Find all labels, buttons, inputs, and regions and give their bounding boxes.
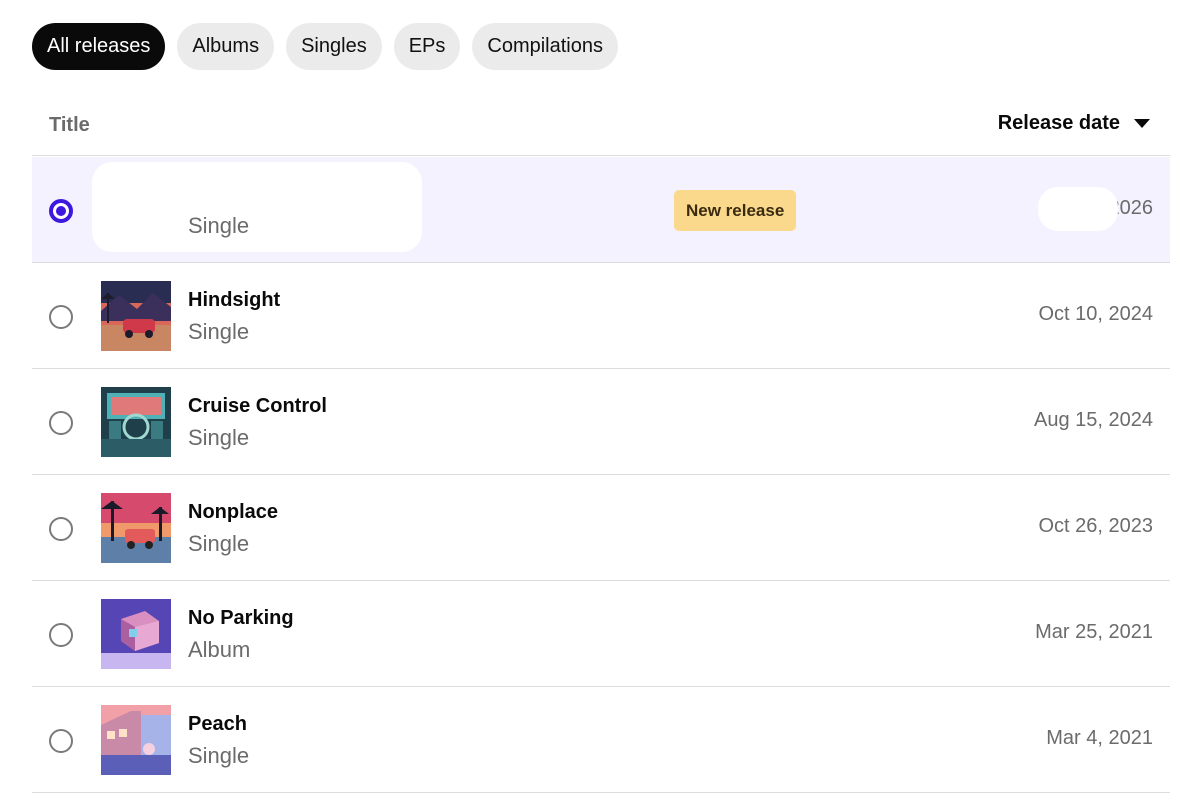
release-radio[interactable] [49, 623, 73, 647]
release-row[interactable]: Nonplace Single Oct 26, 2023 [32, 475, 1170, 581]
release-radio[interactable] [49, 729, 73, 753]
release-title: Cruise Control [188, 395, 327, 417]
release-row[interactable]: Single New release 2026 [32, 157, 1170, 263]
release-type: Single [188, 319, 250, 344]
release-radio[interactable] [49, 411, 73, 435]
release-date-label: Release date [997, 112, 1120, 134]
filter-all-releases[interactable]: All releases [32, 23, 166, 70]
release-date: Aug 15, 2024 [1034, 409, 1153, 431]
release-title: Hindsight [188, 289, 281, 311]
release-date: Oct 10, 2024 [1038, 303, 1153, 325]
album-art-hindsight [101, 281, 171, 351]
release-title: Peach [188, 713, 247, 735]
filter-compilations[interactable]: Compilations [472, 23, 618, 70]
release-row[interactable]: Peach Single Mar 4, 2021 [32, 687, 1170, 793]
release-date: Mar 25, 2021 [1035, 621, 1153, 643]
release-list: Single New release 2026 Hindsight Single… [32, 157, 1170, 793]
release-type: Single [188, 531, 250, 556]
filter-eps[interactable]: EPs [393, 23, 461, 70]
release-row[interactable]: No Parking Album Mar 25, 2021 [32, 581, 1170, 687]
release-row[interactable]: Cruise Control Single Aug 15, 2024 [32, 369, 1170, 475]
release-type: Single [188, 425, 250, 450]
redacted-date-part [1038, 187, 1118, 231]
release-title: Nonplace [188, 501, 279, 523]
album-art-nonplace [101, 493, 171, 563]
release-date-sort[interactable]: Release date [998, 112, 1150, 135]
release-filter-bar: All releases Albums Singles EPs Compilat… [32, 23, 618, 70]
release-date: Mar 4, 2021 [1046, 727, 1153, 749]
redacted-artwork [92, 162, 422, 252]
title-column-header: Title [49, 114, 90, 136]
release-radio-selected[interactable] [49, 199, 73, 223]
release-type: Single [188, 213, 250, 238]
release-date: Oct 26, 2023 [1038, 515, 1153, 537]
sort-caret-down-icon [1134, 119, 1150, 128]
album-art-peach [101, 705, 171, 775]
release-radio[interactable] [49, 517, 73, 541]
filter-singles[interactable]: Singles [286, 23, 382, 70]
filter-albums[interactable]: Albums [177, 23, 275, 70]
table-header: Title Release date [32, 100, 1170, 156]
release-type: Album [188, 637, 251, 662]
release-row[interactable]: Hindsight Single Oct 10, 2024 [32, 263, 1170, 369]
release-type: Single [188, 743, 250, 768]
new-release-badge: New release [674, 190, 797, 231]
album-art-no-parking [101, 599, 171, 669]
release-title: No Parking [188, 607, 294, 629]
release-radio[interactable] [49, 305, 73, 329]
album-art-cruise-control [101, 387, 171, 457]
